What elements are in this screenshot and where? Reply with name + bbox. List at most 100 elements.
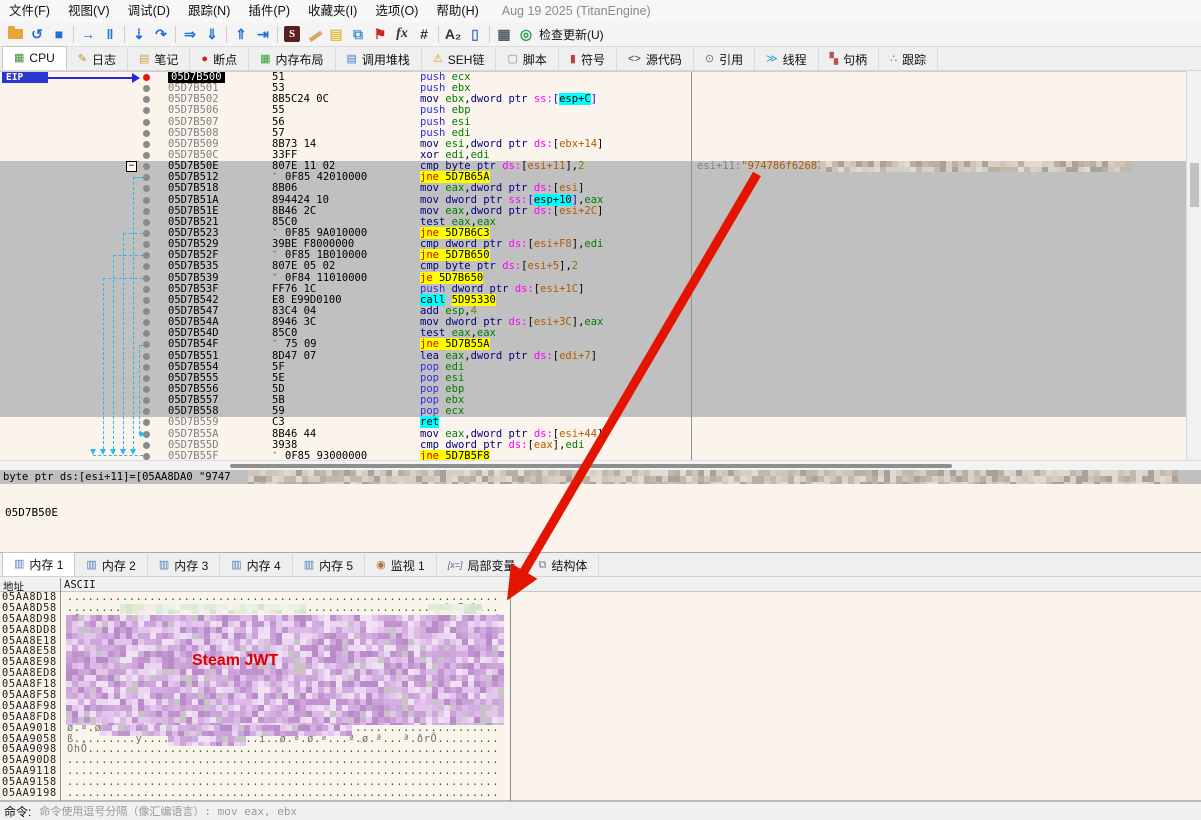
breakpoint-dot[interactable]	[143, 341, 150, 348]
breakpoint-dot[interactable]	[143, 375, 150, 382]
breakpoint-dot[interactable]	[143, 408, 150, 415]
tab-breakpoints[interactable]: ●断点	[190, 48, 249, 70]
labels-icon[interactable]: ⧉	[347, 24, 369, 45]
tab-threads[interactable]: ≫线程	[755, 48, 819, 70]
disasm-row[interactable]: 05D7B535807E 05 02cmp byte ptr ds:[esi+5…	[0, 261, 1186, 272]
breakpoint-dot[interactable]	[143, 364, 150, 371]
memtab-memory-4[interactable]: ▥内存 4	[220, 554, 292, 576]
memtab-memory-3[interactable]: ▥内存 3	[148, 554, 220, 576]
breakpoint-dot[interactable]	[143, 319, 150, 326]
memtab-struct[interactable]: ⧉结构体	[528, 554, 600, 576]
calculator-icon[interactable]: ▦	[493, 24, 515, 45]
breakpoint-dot[interactable]	[143, 85, 150, 92]
breakpoint-dot[interactable]	[143, 397, 150, 404]
breakpoint-dot[interactable]	[143, 107, 150, 114]
breakpoint-dot[interactable]	[143, 353, 150, 360]
breakpoint-dot[interactable]	[143, 74, 150, 81]
disassembly-vertical-scrollbar[interactable]	[1186, 71, 1201, 460]
step-out-icon[interactable]: ⇓	[201, 24, 223, 45]
breakpoint-dot[interactable]	[143, 141, 150, 148]
dump-column-divider[interactable]	[60, 578, 61, 801]
breakpoint-dot[interactable]	[143, 263, 150, 270]
breakpoint-dot[interactable]	[143, 96, 150, 103]
breakpoint-dot[interactable]	[143, 330, 150, 337]
command-input[interactable]	[37, 804, 1201, 819]
device-icon[interactable]: ▯	[464, 24, 486, 45]
breakpoint-dot[interactable]	[143, 252, 150, 259]
tab-call-stack[interactable]: ▤调用堆栈	[336, 48, 422, 70]
patch-icon[interactable]: ▬	[303, 24, 325, 45]
memtab-locals[interactable]: [x=]局部变量	[437, 554, 528, 576]
hash-icon[interactable]: #	[413, 24, 435, 45]
breakpoint-dot[interactable]	[143, 152, 150, 159]
run-to-user-code-icon[interactable]: ⇥	[252, 24, 274, 45]
dump-row[interactable]: 05AA9198................................…	[0, 788, 1201, 799]
menu-item[interactable]: 跟踪(N)	[179, 0, 239, 22]
breakpoint-dot[interactable]	[143, 308, 150, 315]
fold-toggle[interactable]: −	[126, 161, 137, 172]
breakpoint-dot[interactable]	[143, 208, 150, 215]
breakpoint-dot[interactable]	[143, 241, 150, 248]
comments-icon[interactable]: ▤	[325, 24, 347, 45]
disasm-row[interactable]: 05D7B50655push ebp	[0, 105, 1186, 116]
disassembly-horizontal-scrollbar[interactable]	[0, 460, 1201, 470]
menu-item[interactable]: 选项(O)	[366, 0, 427, 22]
breakpoint-dot[interactable]	[143, 130, 150, 137]
memtab-memory-5[interactable]: ▥内存 5	[293, 554, 365, 576]
menu-item[interactable]: 调试(D)	[119, 0, 179, 22]
check-update-label[interactable]: 检查更新(U)	[539, 26, 604, 43]
breakpoint-dot[interactable]	[143, 119, 150, 126]
run-execution-icon[interactable]: ⇒	[179, 24, 201, 45]
menu-item[interactable]: 文件(F)	[0, 0, 59, 22]
execute-till-return-icon[interactable]: ⇑	[230, 24, 252, 45]
tab-references[interactable]: ⊙引用	[694, 48, 755, 70]
menu-item[interactable]: 视图(V)	[59, 0, 119, 22]
pause-icon[interactable]: ‖	[99, 24, 121, 45]
strings-icon[interactable]: A₂	[442, 24, 464, 45]
open-file-icon[interactable]	[4, 24, 26, 45]
run-icon[interactable]: →	[77, 24, 99, 45]
menu-item[interactable]: 插件(P)	[239, 0, 299, 22]
breakpoint-dot[interactable]	[143, 174, 150, 181]
breakpoint-dot[interactable]	[143, 185, 150, 192]
functions-icon[interactable]: fx	[391, 24, 413, 45]
disasm-row[interactable]: 05D7B55A8B46 44mov eax,dword ptr ds:[esi…	[0, 429, 1186, 440]
breakpoint-dot[interactable]	[143, 386, 150, 393]
bookmarks-icon[interactable]: ⚑	[369, 24, 391, 45]
tab-memory-map[interactable]: ▦内存布局	[249, 48, 335, 70]
tab-notes[interactable]: ▤笔记	[128, 48, 190, 70]
breakpoint-dot[interactable]	[143, 275, 150, 282]
step-into-icon[interactable]: ⇣	[128, 24, 150, 45]
breakpoint-dot[interactable]	[143, 453, 150, 460]
breakpoint-dot[interactable]	[143, 297, 150, 304]
tab-handles[interactable]: ▚句柄	[819, 48, 879, 70]
breakpoint-dot[interactable]	[143, 419, 150, 426]
dump-ascii-divider[interactable]	[510, 592, 511, 801]
tab-cpu[interactable]: ▦CPU	[2, 46, 67, 70]
tab-source[interactable]: <>源代码	[617, 48, 694, 70]
memtab-memory-1[interactable]: ▥内存 1	[2, 552, 75, 576]
breakpoint-dot[interactable]	[143, 230, 150, 237]
breakpoint-dot[interactable]	[143, 286, 150, 293]
scrollbar-handle[interactable]	[230, 464, 952, 468]
stop-icon[interactable]: ■	[48, 24, 70, 45]
memtab-memory-2[interactable]: ▥内存 2	[75, 554, 147, 576]
tab-script[interactable]: ▢脚本	[496, 48, 558, 70]
restart-icon[interactable]: ↺	[26, 24, 48, 45]
tab-log[interactable]: ✎日志	[67, 48, 128, 70]
disasm-row[interactable]: 05D7B539ˇ0F84 11010000je 5D7B650	[0, 273, 1186, 284]
scylla-icon[interactable]: S	[281, 24, 303, 45]
disasm-row[interactable]: 05D7B5518D47 07lea eax,dword ptr ds:[edi…	[0, 351, 1186, 362]
breakpoint-dot[interactable]	[143, 197, 150, 204]
tab-seh-chain[interactable]: ⚠SEH链	[422, 48, 497, 70]
scrollbar-handle[interactable]	[1190, 163, 1199, 207]
menu-item[interactable]: 收藏夹(I)	[299, 0, 366, 22]
tab-trace[interactable]: ∴跟踪	[879, 48, 938, 70]
tab-symbols[interactable]: ▮符号	[559, 48, 617, 70]
check-update-icon[interactable]: ◎	[515, 24, 537, 45]
breakpoint-dot[interactable]	[143, 442, 150, 449]
menu-item[interactable]: 帮助(H)	[427, 0, 487, 22]
memtab-watch-1[interactable]: ◉监视 1	[365, 554, 437, 576]
breakpoint-dot[interactable]	[143, 219, 150, 226]
step-over-icon[interactable]: ↷	[150, 24, 172, 45]
